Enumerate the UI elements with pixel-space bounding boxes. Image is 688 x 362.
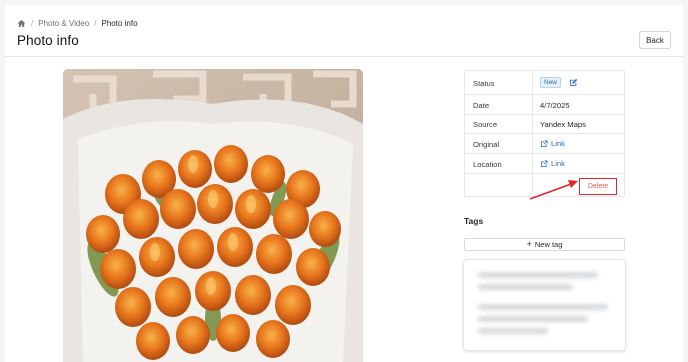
page-frame: / Photo & Video / Photo info Photo info … bbox=[5, 5, 683, 362]
breadcrumb-item-photo-video[interactable]: Photo & Video bbox=[38, 19, 89, 28]
blurred-text bbox=[478, 284, 573, 290]
original-label: Original bbox=[473, 140, 500, 149]
original-link-label: Link bbox=[551, 139, 565, 148]
page-header: / Photo & Video / Photo info Photo info … bbox=[5, 5, 683, 57]
info-row-source: Source Yandex Maps bbox=[465, 115, 624, 134]
back-button[interactable]: Back bbox=[639, 31, 671, 49]
new-tag-label: New tag bbox=[534, 240, 563, 249]
status-label: Status bbox=[473, 79, 495, 88]
blurred-text bbox=[478, 328, 548, 334]
blurred-text bbox=[478, 272, 598, 278]
tags-heading: Tags bbox=[464, 216, 484, 226]
plus-icon: + bbox=[526, 239, 532, 249]
external-link-icon bbox=[540, 140, 548, 148]
info-row-original: Original Link bbox=[465, 134, 624, 154]
location-label: Location bbox=[473, 160, 502, 169]
original-link[interactable]: Link bbox=[540, 139, 565, 148]
breadcrumb-separator: / bbox=[94, 18, 97, 28]
delete-button[interactable]: Delete bbox=[579, 178, 617, 195]
photo-info-table: Status New Date 4/7/2025 Source Yandex M… bbox=[464, 70, 625, 197]
info-row-location: Location Link bbox=[465, 154, 624, 174]
info-row-actions: Delete bbox=[465, 174, 624, 196]
date-value: 4/7/2025 bbox=[540, 101, 570, 110]
location-link[interactable]: Link bbox=[540, 159, 565, 168]
page-title: Photo info bbox=[17, 33, 79, 48]
info-row-status: Status New bbox=[465, 71, 624, 95]
date-label: Date bbox=[473, 101, 490, 110]
photo-preview bbox=[63, 69, 363, 362]
blurred-text bbox=[478, 316, 588, 322]
breadcrumb-item-current: Photo info bbox=[101, 18, 138, 28]
external-link-icon bbox=[540, 160, 548, 168]
new-tag-button[interactable]: + New tag bbox=[464, 238, 625, 251]
tags-card bbox=[463, 259, 626, 351]
breadcrumb-separator: / bbox=[31, 18, 34, 28]
edit-icon[interactable] bbox=[569, 78, 578, 87]
info-row-date: Date 4/7/2025 bbox=[465, 95, 624, 115]
breadcrumb: / Photo & Video / Photo info bbox=[17, 17, 138, 29]
status-badge: New bbox=[540, 77, 562, 88]
location-link-label: Link bbox=[551, 159, 565, 168]
home-icon[interactable] bbox=[17, 19, 26, 28]
source-value: Yandex Maps bbox=[540, 120, 586, 129]
blurred-text bbox=[478, 304, 608, 310]
source-label: Source bbox=[473, 120, 498, 129]
